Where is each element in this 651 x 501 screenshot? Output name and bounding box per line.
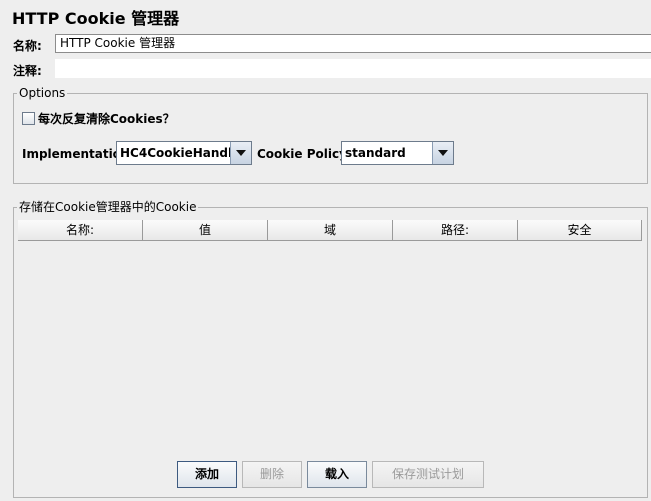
page-title: HTTP Cookie 管理器 [12,9,180,28]
clear-cookies-label[interactable]: 每次反复清除Cookies？ [38,110,175,127]
column-header-value[interactable]: 值 [143,220,268,240]
name-label: 名称: [13,39,42,53]
add-button[interactable]: 添加 [177,461,237,488]
cookie-policy-label: Cookie Policy: [257,147,352,161]
cookies-legend: 存储在Cookie管理器中的Cookie [17,200,199,214]
comment-input[interactable] [55,59,651,78]
cookie-policy-value: standard [345,146,406,160]
column-header-name[interactable]: 名称: [18,220,143,240]
save-test-plan-button[interactable]: 保存测试计划 [372,461,484,488]
column-header-path[interactable]: 路径: [393,220,518,240]
options-group: Options [13,86,648,184]
implementation-select[interactable]: HC4CookieHandler [116,141,252,165]
cookie-table-body[interactable] [18,241,642,448]
column-header-domain[interactable]: 域 [268,220,393,240]
chevron-down-icon[interactable] [230,142,251,164]
column-header-secure[interactable]: 安全 [518,220,642,240]
comment-label: 注释: [13,64,42,78]
cookie-table-header: 名称: 值 域 路径: 安全 [18,220,642,241]
cookie-policy-select[interactable]: standard [341,141,454,165]
chevron-down-icon[interactable] [432,142,453,164]
load-button[interactable]: 载入 [307,461,367,488]
clear-cookies-checkbox[interactable] [22,112,35,125]
name-input[interactable]: HTTP Cookie 管理器 [55,34,651,53]
implementation-value: HC4CookieHandler [120,146,247,160]
delete-button[interactable]: 删除 [242,461,302,488]
options-legend: Options [17,86,68,100]
